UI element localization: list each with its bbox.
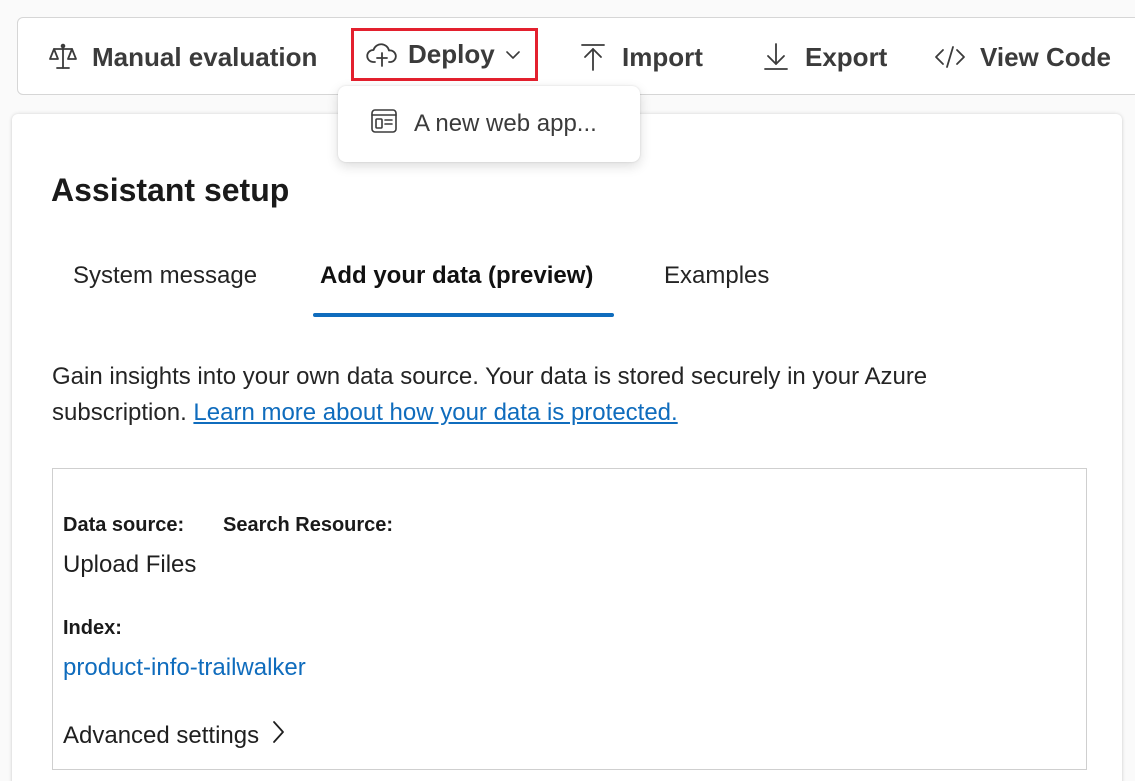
selected-tab-indicator [313, 313, 614, 317]
index-label: Index: [63, 617, 122, 639]
card-title: Assistant setup [51, 172, 290, 208]
data-source-value: Upload Files [63, 551, 197, 578]
deploy-button[interactable]: Deploy [351, 28, 538, 81]
data-source-label: Data source: [63, 514, 185, 536]
scale-icon [48, 42, 78, 72]
web-app-icon [370, 108, 398, 141]
arrow-upload-icon [578, 42, 608, 72]
advanced-settings-button[interactable]: Advanced settings [63, 719, 285, 752]
menu-item-label: A new web app... [414, 110, 597, 137]
chevron-right-icon [271, 719, 285, 752]
data-description: Gain insights into your own data source.… [52, 359, 1062, 431]
toolbar: Manual evaluation Deploy Import Export V… [17, 17, 1135, 95]
advanced-settings-label: Advanced settings [63, 721, 260, 749]
arrow-download-icon [761, 42, 791, 72]
search-resource-label: Search Resource: [223, 514, 394, 536]
page: Manual evaluation Deploy Import Export V… [0, 0, 1135, 781]
deploy-label: Deploy [408, 39, 495, 69]
tab-add-your-data[interactable]: Add your data (preview) [320, 262, 593, 290]
import-button[interactable]: Import [578, 18, 703, 96]
import-label: Import [622, 41, 703, 72]
export-label: Export [805, 41, 888, 72]
view-code-button[interactable]: View Code [934, 18, 1111, 96]
tab-examples[interactable]: Examples [664, 262, 769, 290]
manual-evaluation-button[interactable]: Manual evaluation [48, 18, 317, 96]
manual-evaluation-label: Manual evaluation [92, 41, 318, 72]
menu-item-new-web-app[interactable]: A new web app... [338, 86, 640, 162]
data-source-panel: Data source: Search Resource: Upload Fil… [52, 468, 1087, 770]
view-code-label: View Code [980, 41, 1112, 72]
learn-more-link[interactable]: Learn more about how your data is protec… [193, 399, 677, 426]
tab-system-message[interactable]: System message [73, 262, 257, 290]
chevron-down-icon [505, 49, 521, 61]
index-link[interactable]: product-info-trailwalker [63, 654, 306, 682]
deploy-dropdown-menu: A new web app... [338, 86, 640, 162]
code-icon [934, 44, 966, 70]
assistant-setup-card: Assistant setup System message Add your … [12, 114, 1122, 781]
cloud-upload-icon [366, 41, 398, 69]
export-button[interactable]: Export [761, 18, 887, 96]
